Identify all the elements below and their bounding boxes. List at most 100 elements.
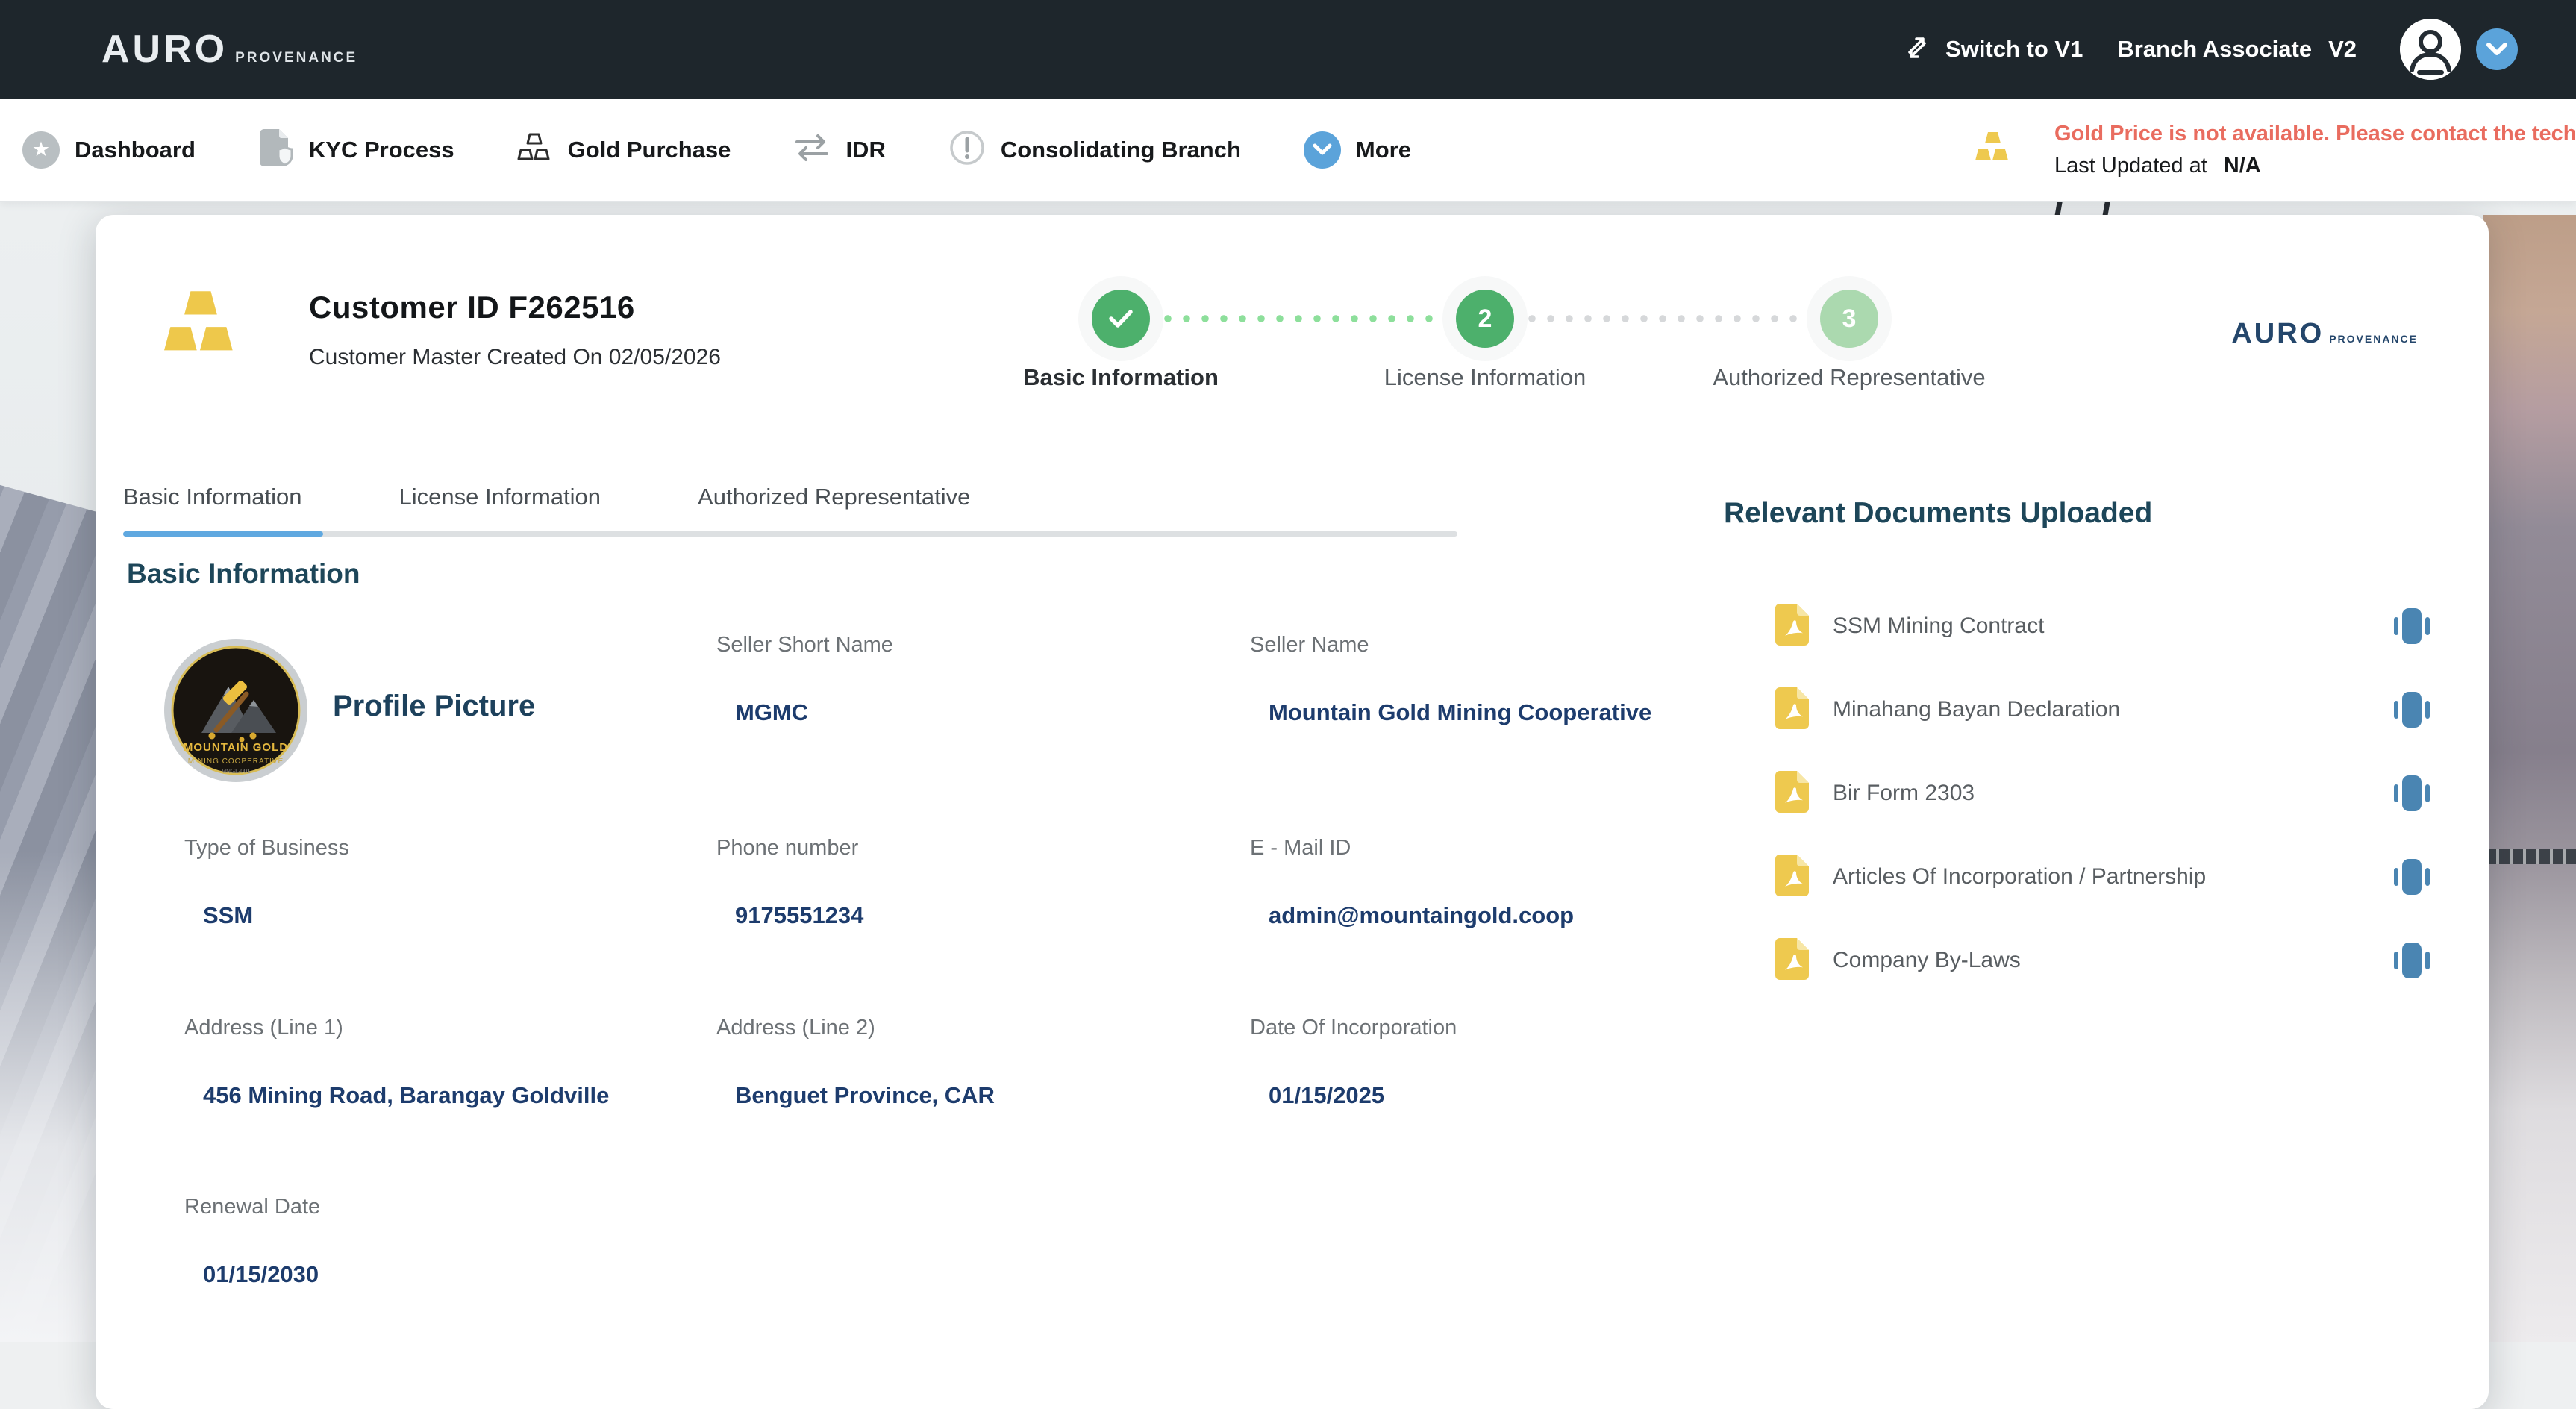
gold-price-messages: Gold Price is not available. Please cont… [2054, 122, 2576, 178]
step-license-information: 2 License Information [1303, 290, 1667, 391]
field-type-of-business: Type of Business SSM [184, 836, 349, 929]
avatar[interactable] [2400, 19, 2461, 80]
document-shield-icon [258, 128, 294, 172]
step-authorized-representative: 3 Authorized Representative [1667, 290, 2031, 391]
nav-item-gold-purchase[interactable]: Gold Purchase [517, 130, 731, 169]
view-document-button[interactable] [2392, 857, 2431, 897]
nav-item-consolidating-branch[interactable]: Consolidating Branch [948, 129, 1241, 170]
topbar-right: Switch to V1 Branch Associate V2 [1901, 19, 2518, 80]
profile-menu-button[interactable] [2476, 28, 2518, 70]
field-label: Type of Business [184, 836, 349, 860]
view-document-button[interactable] [2392, 606, 2431, 646]
role-label: Branch Associate [2117, 36, 2312, 63]
last-updated-value: N/A [2224, 154, 2261, 178]
nav-label-kyc-process: KYC Process [309, 137, 454, 163]
field-value: MGMC [735, 699, 893, 726]
field-value: admin@mountaingold.coop [1269, 902, 1574, 929]
step-number: 2 [1456, 290, 1514, 348]
field-value: Benguet Province, CAR [735, 1082, 995, 1109]
brand-name: AURO [2231, 318, 2324, 350]
tab-underline-track [123, 531, 1457, 537]
card-brand-logo: AURO PROVENANCE [2231, 318, 2418, 350]
pdf-file-icon [1775, 604, 1809, 649]
document-row: Articles Of Incorporation / Partnership [1775, 835, 2431, 919]
step-label: Basic Information [1023, 364, 1219, 391]
document-name: Company By-Laws [1833, 948, 2021, 973]
profile-picture-label: Profile Picture [333, 690, 535, 723]
last-updated: Last Updated at N/A [2054, 154, 2576, 178]
gold-bars-icon [1975, 130, 2011, 169]
brand-subtitle: PROVENANCE [235, 50, 357, 66]
field-address-line-2: Address (Line 2) Benguet Province, CAR [716, 1016, 995, 1109]
field-seller-short-name: Seller Short Name MGMC [716, 633, 893, 726]
tab-basic-information[interactable]: Basic Information [123, 484, 302, 510]
document-row: Bir Form 2303 [1775, 752, 2431, 835]
field-label: Address (Line 1) [184, 1016, 343, 1040]
field-label: Phone number [716, 836, 858, 860]
last-updated-label: Last Updated at [2054, 154, 2207, 178]
document-row: SSM Mining Contract [1775, 584, 2431, 668]
nav-item-more[interactable]: More [1304, 131, 1411, 169]
nav-label-gold-purchase: Gold Purchase [568, 137, 731, 163]
tab-authorized-representative[interactable]: Authorized Representative [698, 484, 970, 510]
tab-underline-active [123, 531, 323, 537]
field-renewal-date: Renewal Date 01/15/2030 [184, 1195, 320, 1288]
nav-item-dashboard[interactable]: ★ Dashboard [22, 131, 196, 169]
pdf-file-icon [1775, 938, 1809, 984]
field-value: 456 Mining Road, Barangay Goldville [203, 1082, 609, 1109]
svg-text:MNGL-001: MNGL-001 [221, 768, 251, 775]
pdf-file-icon [1775, 771, 1809, 816]
field-label: Date Of Incorporation [1250, 1016, 1457, 1040]
field-address-line-1: Address (Line 1) 456 Mining Road, Barang… [184, 1016, 609, 1109]
nav-label-consolidating-branch: Consolidating Branch [1001, 137, 1241, 163]
user-icon [2400, 19, 2461, 80]
view-document-button[interactable] [2392, 940, 2431, 981]
swap-arrows-icon [793, 132, 831, 167]
field-phone-number: Phone number 9175551234 [716, 836, 863, 929]
detail-tabs: Basic Information License Information Au… [123, 484, 970, 510]
field-label: Seller Name [1250, 633, 1369, 657]
pdf-file-icon [1775, 855, 1809, 900]
svg-text:MINING COOPERATIVE: MINING COOPERATIVE [188, 757, 284, 766]
document-name: SSM Mining Contract [1833, 613, 2044, 639]
gold-price-status: Gold Price is not available. Please cont… [1975, 99, 2576, 201]
step-number: 3 [1820, 290, 1878, 348]
document-row: Company By-Laws [1775, 919, 2431, 1002]
gold-bars-outline-icon [517, 130, 553, 169]
svg-text:MOUNTAIN GOLD: MOUNTAIN GOLD [184, 741, 288, 754]
stepper-connector-upcoming [1528, 315, 1807, 322]
gold-price-warning: Gold Price is not available. Please cont… [2054, 122, 2576, 146]
section-heading: Basic Information [127, 558, 360, 590]
user-role: Branch Associate V2 [2117, 36, 2357, 63]
pdf-file-icon [1775, 687, 1809, 733]
chevron-down-icon [2486, 42, 2508, 57]
field-label: Renewal Date [184, 1195, 320, 1219]
switch-to-v1-button[interactable]: Switch to V1 [1901, 31, 2083, 68]
star-circle-icon: ★ [22, 131, 60, 169]
brand-subtitle: PROVENANCE [2329, 333, 2418, 345]
brand-logo: AURO PROVENANCE [101, 30, 357, 69]
nav-item-kyc-process[interactable]: KYC Process [258, 128, 454, 172]
view-document-button[interactable] [2392, 773, 2431, 813]
view-document-button[interactable] [2392, 690, 2431, 730]
field-value: 9175551234 [735, 902, 863, 929]
version-label: V2 [2328, 36, 2357, 63]
field-value: 01/15/2030 [203, 1261, 320, 1288]
document-name: Minahang Bayan Declaration [1833, 697, 2120, 722]
nav-label-more: More [1356, 137, 1411, 163]
document-row: Minahang Bayan Declaration [1775, 668, 2431, 752]
step-basic-information: Basic Information [939, 290, 1303, 391]
field-label: Seller Short Name [716, 633, 893, 657]
nav-label-dashboard: Dashboard [75, 137, 196, 163]
field-date-of-incorporation: Date Of Incorporation 01/15/2025 [1250, 1016, 1457, 1109]
alert-circle-icon [948, 129, 986, 170]
chevron-down-circle-icon [1304, 131, 1341, 169]
field-label: Address (Line 2) [716, 1016, 875, 1040]
customer-titles: Customer ID F262516 Customer Master Crea… [309, 290, 721, 370]
tab-license-information[interactable]: License Information [399, 484, 601, 510]
document-name: Bir Form 2303 [1833, 781, 1975, 806]
swap-arrows-icon [1901, 31, 1933, 68]
brand-name: AURO [101, 30, 228, 69]
nav-item-idr[interactable]: IDR [793, 132, 885, 167]
background-mine-terraces [2483, 215, 2576, 1342]
